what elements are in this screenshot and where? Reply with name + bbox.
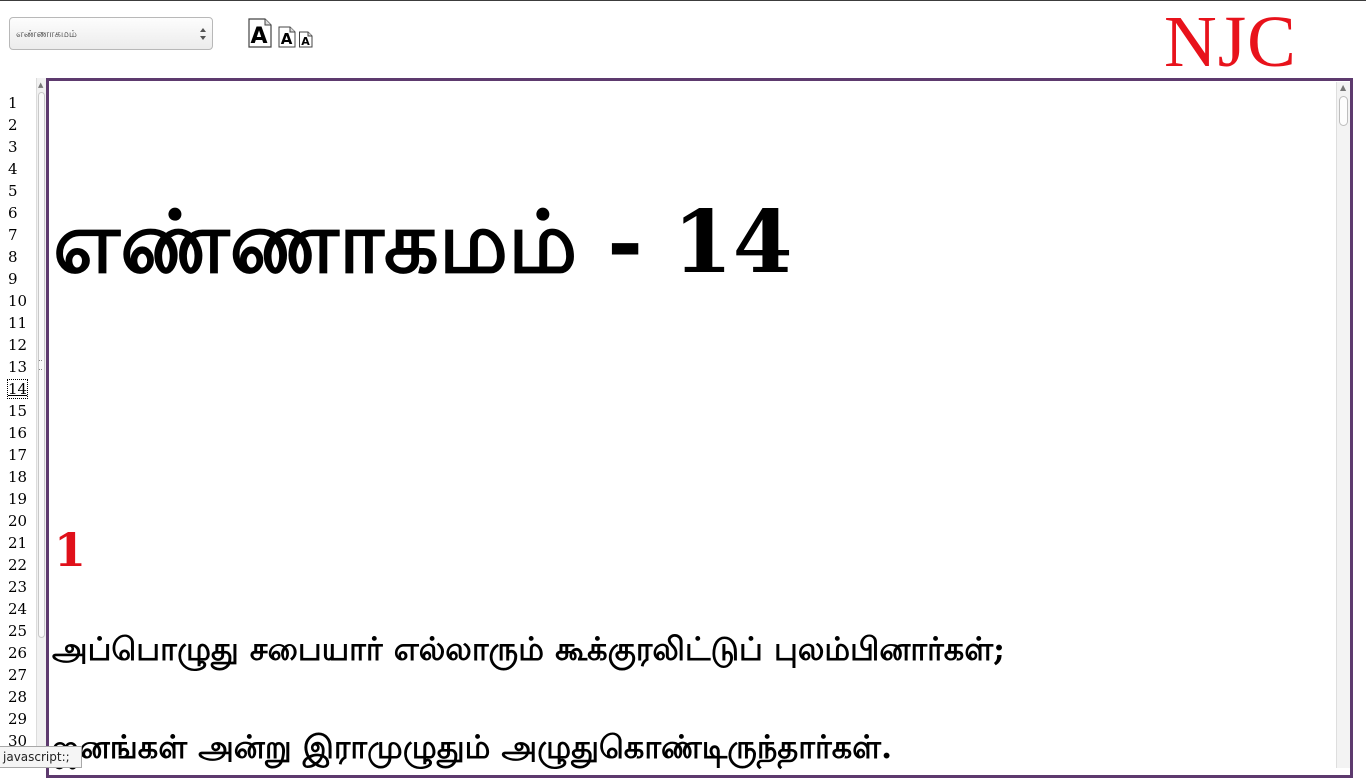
chapter-list: 1 2 3 4 5 6 7 8 9 10 11 12 13 14 15 16 17 18 19 20 21 22 23 24 2… — [0, 92, 34, 768]
font-large-button[interactable]: A — [246, 17, 274, 49]
font-small-glyph: A — [301, 35, 310, 48]
chapter-link[interactable]: 1 — [0, 92, 34, 114]
chapter-link-label: 10 — [8, 292, 28, 310]
chapter-link[interactable]: 24 — [0, 598, 34, 620]
chapter-link[interactable]: 27 — [0, 664, 34, 686]
chapter-link[interactable]: 25 — [0, 620, 34, 642]
chapter-link[interactable]: 14 — [0, 378, 34, 400]
font-large-glyph: A — [250, 24, 267, 49]
chapter-title: எண்ணாகமம் - 14 — [53, 192, 793, 293]
content-scroll-thumb[interactable] — [1339, 96, 1348, 126]
chapter-link-label: 29 — [8, 710, 28, 728]
chapter-link[interactable]: 11 — [0, 312, 34, 334]
chapter-link-label: 6 — [8, 204, 18, 222]
chapter-link[interactable]: 3 — [0, 136, 34, 158]
chapter-link[interactable]: 17 — [0, 444, 34, 466]
chapter-content: எண்ணாகமம் - 14 1 அப்பொழுது சபையார் எல்லா… — [46, 78, 1353, 778]
njc-logo: NJC — [1164, 1, 1297, 82]
chapter-link[interactable]: 10 — [0, 290, 34, 312]
status-bar: javascript:; — [0, 746, 82, 768]
chapter-link[interactable]: 5 — [0, 180, 34, 202]
chapter-link[interactable]: 2 — [0, 114, 34, 136]
content-scrollbar[interactable]: ▲ — [1336, 82, 1350, 768]
chapter-link-label: 25 — [8, 622, 28, 640]
chapter-link[interactable]: 20 — [0, 510, 34, 532]
chapter-link-label: 2 — [8, 116, 18, 134]
verse-text-line-1: அப்பொழுது சபையார் எல்லாரும் கூக்குரலிட்ட… — [52, 630, 1005, 668]
chapter-link-label: 27 — [8, 666, 28, 684]
chapter-link-label: 22 — [8, 556, 28, 574]
chapter-link[interactable]: 23 — [0, 576, 34, 598]
chapter-link-label: 16 — [8, 424, 28, 442]
chapter-link[interactable]: 28 — [0, 686, 34, 708]
chapter-link[interactable]: 12 — [0, 334, 34, 356]
chapter-link[interactable]: 13 — [0, 356, 34, 378]
chapter-link[interactable]: 15 — [0, 400, 34, 422]
chapter-link-label: 13 — [8, 358, 28, 376]
book-select[interactable]: எண்ணாகமம் — [9, 17, 213, 50]
chapter-list-scrollbar[interactable]: ▲ — [36, 78, 46, 768]
chapter-link[interactable]: 21 — [0, 532, 34, 554]
window-top-border — [0, 0, 1366, 1]
chapter-link[interactable]: 8 — [0, 246, 34, 268]
chapter-link-label: 15 — [8, 402, 28, 420]
chapter-link-label: 20 — [8, 512, 28, 530]
chapter-link[interactable]: 29 — [0, 708, 34, 730]
chapter-link-label: 19 — [8, 490, 28, 508]
chapter-link[interactable]: 6 — [0, 202, 34, 224]
select-arrows-icon — [200, 28, 206, 40]
chapter-link[interactable]: 4 — [0, 158, 34, 180]
font-small-icon: A — [299, 31, 313, 48]
chapter-link[interactable]: 16 — [0, 422, 34, 444]
chapter-link-label: 8 — [8, 248, 18, 266]
font-medium-button[interactable]: A — [277, 26, 297, 48]
scroll-up-arrow-icon[interactable]: ▲ — [1340, 83, 1346, 92]
font-medium-icon: A — [278, 26, 296, 48]
font-medium-glyph: A — [281, 30, 293, 48]
chapter-link[interactable]: 19 — [0, 488, 34, 510]
chapter-link-label: 21 — [8, 534, 28, 552]
chapter-link[interactable]: 7 — [0, 224, 34, 246]
chapter-link-label: 18 — [8, 468, 28, 486]
scroll-up-arrow-icon[interactable]: ▲ — [38, 81, 43, 89]
chapter-link-label: 5 — [8, 182, 18, 200]
chapter-link[interactable]: 9 — [0, 268, 34, 290]
chapter-link-label: 17 — [8, 446, 28, 464]
chapter-link-label: 4 — [8, 160, 18, 178]
font-large-icon: A — [248, 18, 272, 49]
chapter-link-label: 12 — [8, 336, 28, 354]
chapter-link-label: 24 — [8, 600, 28, 618]
chapter-link-label: 7 — [8, 226, 18, 244]
verse-text-line-2: ஜனங்கள் அன்று இராமுழுதும் அழுதுகொண்டிருந… — [52, 728, 893, 766]
chapter-link[interactable]: 18 — [0, 466, 34, 488]
chapter-link[interactable]: 22 — [0, 554, 34, 576]
resize-grip-icon[interactable] — [39, 360, 42, 370]
book-select-value: எண்ணாகமம் — [16, 29, 77, 40]
chapter-link-label: 1 — [8, 94, 18, 112]
chapter-link-label: 11 — [8, 314, 28, 332]
font-small-button[interactable]: A — [298, 31, 314, 48]
chapter-link-label: 9 — [8, 270, 18, 288]
chapter-link-label: 14 — [6, 379, 29, 399]
chapter-link-label: 3 — [8, 138, 18, 156]
verse-number: 1 — [54, 523, 87, 577]
chapter-link-label: 23 — [8, 578, 28, 596]
chapter-link-label: 26 — [8, 644, 28, 662]
chapter-link[interactable]: 26 — [0, 642, 34, 664]
chapter-link-label: 28 — [8, 688, 28, 706]
